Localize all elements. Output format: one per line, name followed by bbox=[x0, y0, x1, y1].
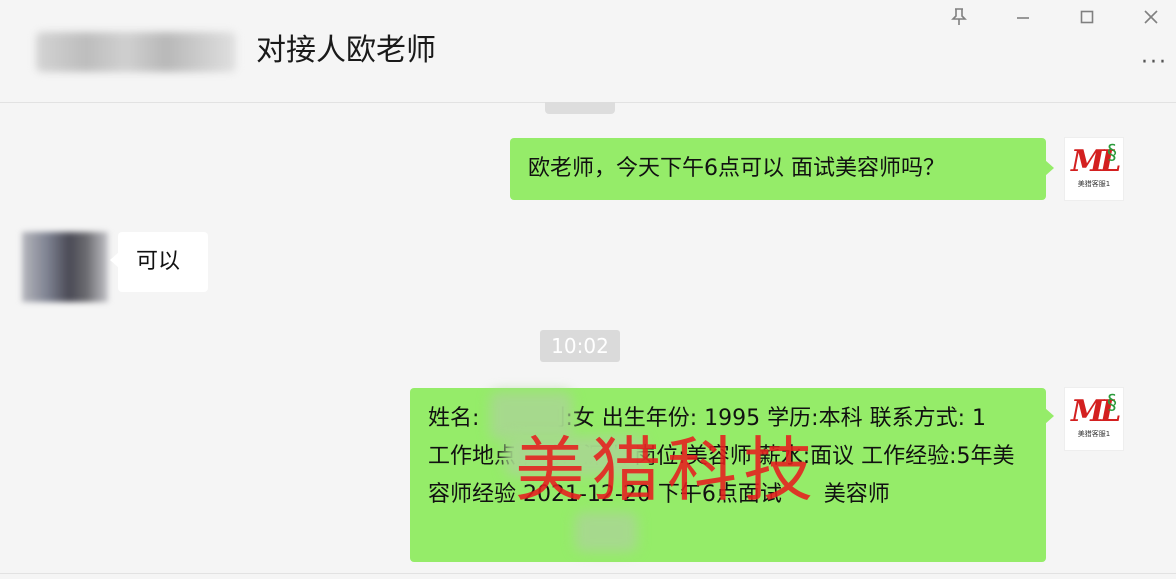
message-bubble-other[interactable]: 可以 bbox=[118, 232, 208, 292]
sprout-icon: § bbox=[1107, 390, 1117, 414]
maximize-icon[interactable] bbox=[1074, 4, 1100, 30]
pin-icon[interactable] bbox=[946, 4, 972, 30]
self-avatar[interactable]: ML § 美猎客服1 bbox=[1064, 137, 1124, 201]
message-text: 可以 bbox=[136, 249, 181, 274]
bubble-tail bbox=[1045, 408, 1054, 424]
avatar-caption: 美猎客服1 bbox=[1077, 180, 1111, 188]
contact-avatar[interactable] bbox=[22, 232, 108, 302]
timestamp: 10:02 bbox=[540, 330, 620, 362]
minimize-icon[interactable] bbox=[1010, 4, 1036, 30]
input-divider bbox=[0, 573, 1176, 574]
close-icon[interactable] bbox=[1138, 4, 1164, 30]
sprout-icon: § bbox=[1107, 140, 1117, 164]
bubble-tail bbox=[1045, 160, 1054, 176]
history-divider bbox=[545, 102, 615, 114]
message-bubble-self[interactable]: 欧老师，今天下午6点可以 面试美容师吗？ bbox=[510, 138, 1046, 200]
watermark: 美猎科技 bbox=[515, 429, 819, 511]
redaction-blur bbox=[575, 512, 637, 552]
more-options-button[interactable]: ··· bbox=[1141, 50, 1168, 75]
self-avatar[interactable]: ML § 美猎客服1 bbox=[1064, 387, 1124, 451]
message-text: 欧老师，今天下午6点可以 面试美容师吗？ bbox=[528, 156, 945, 181]
chat-header: 对接人欧老师 ··· bbox=[0, 0, 1176, 103]
blurred-contact-name bbox=[36, 32, 236, 72]
avatar-caption: 美猎客服1 bbox=[1077, 430, 1111, 438]
chat-title: 对接人欧老师 bbox=[256, 33, 436, 68]
bubble-tail bbox=[110, 252, 119, 268]
